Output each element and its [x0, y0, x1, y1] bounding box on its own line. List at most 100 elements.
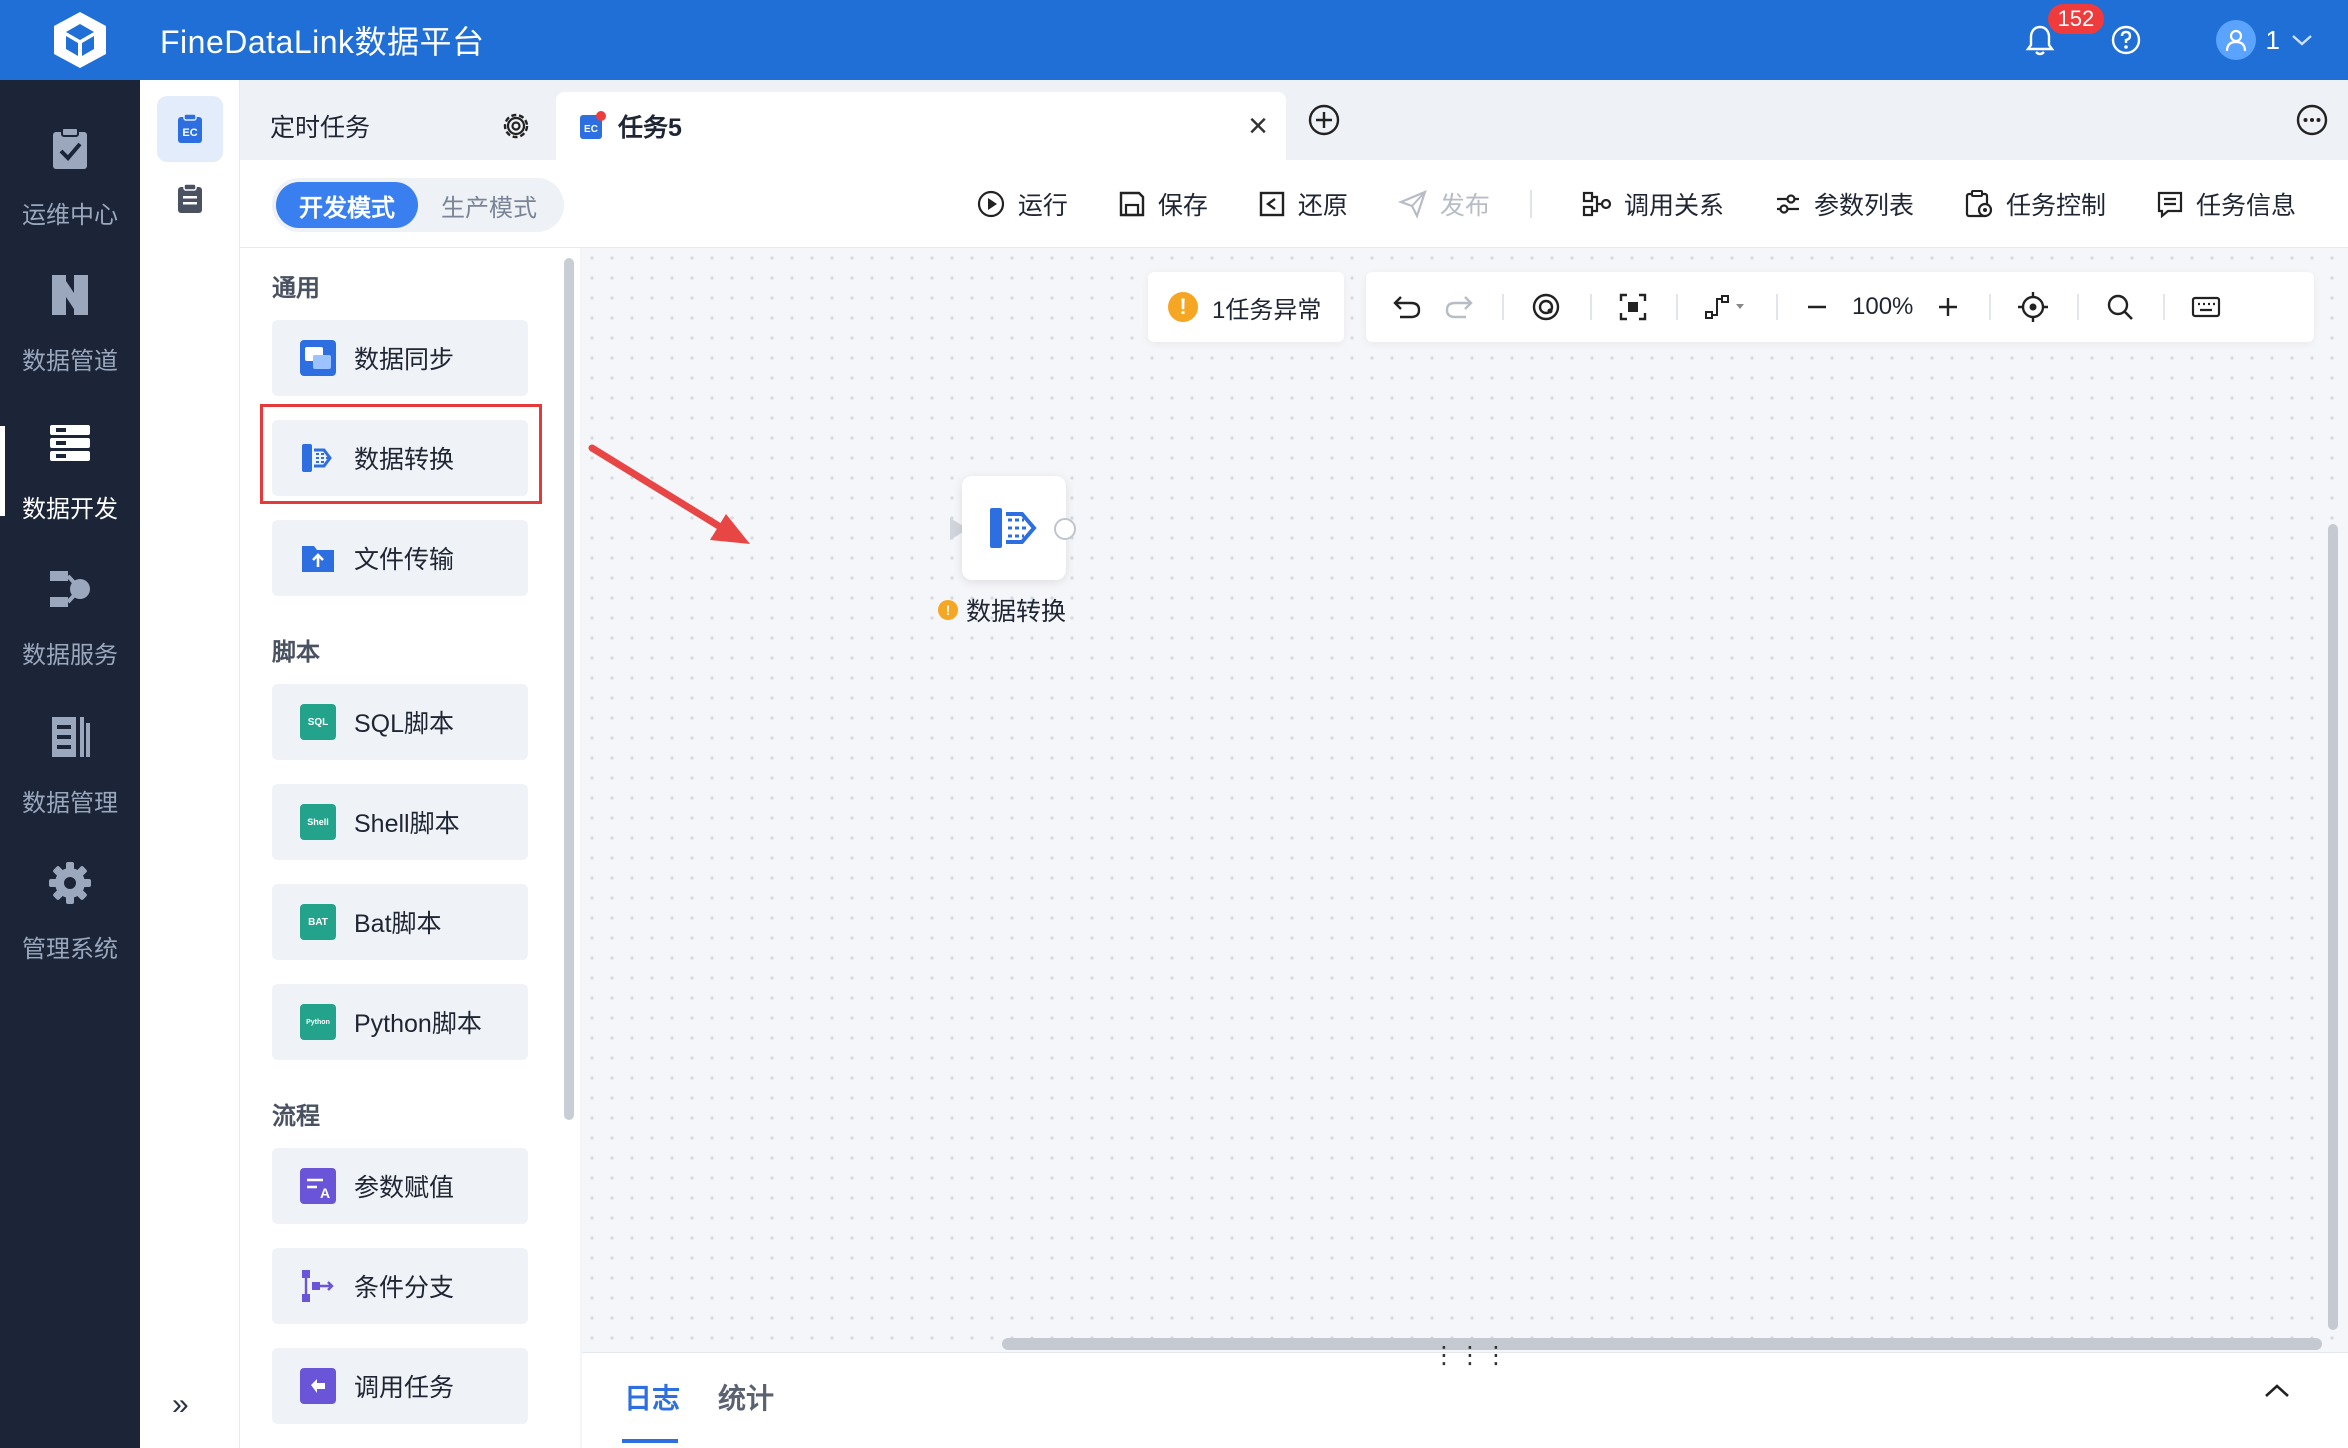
notification-badge: 152 — [2047, 4, 2105, 34]
nav-label: 数据开发 — [22, 495, 118, 523]
settings-gear-icon[interactable] — [500, 110, 532, 142]
component-shell-script[interactable]: Shell Shell脚本 — [272, 784, 528, 860]
zoom-in-icon[interactable] — [1935, 287, 1961, 327]
component-python-script[interactable]: Python Python脚本 — [272, 984, 528, 1060]
help-icon[interactable] — [2106, 20, 2146, 60]
user-name: 1 — [2265, 24, 2280, 55]
search-icon[interactable] — [2105, 287, 2135, 327]
tab-timed-tasks[interactable]: 定时任务 — [240, 92, 556, 160]
nav-data-dev[interactable]: 数据开发 — [0, 406, 140, 536]
add-tab-icon[interactable] — [1306, 102, 1342, 138]
component-file-transfer[interactable]: 文件传输 — [272, 520, 528, 596]
canvas-toolbar: 100% — [1366, 272, 2314, 342]
nav-data-service[interactable]: 数据服务 — [0, 552, 140, 682]
rail-task-list-button[interactable]: EC — [157, 96, 223, 162]
alert-text: 1任务异常 — [1212, 296, 1322, 324]
component-sql-script[interactable]: SQL SQL脚本 — [272, 684, 528, 760]
restore-label: 还原 — [1297, 192, 1348, 220]
toolbar-divider — [1529, 190, 1532, 218]
nav-ops-center[interactable]: 运维中心 — [0, 112, 140, 242]
warning-icon: ! — [1168, 292, 1198, 322]
keyboard-icon[interactable] — [2191, 287, 2221, 327]
task-control-button[interactable]: 任务控制 — [1964, 186, 2106, 222]
undo-icon[interactable] — [1392, 287, 1422, 327]
locate-icon[interactable] — [2017, 287, 2049, 327]
component-label: 数据同步 — [354, 346, 455, 374]
toolbar-divider — [1776, 294, 1778, 320]
nav-data-pipeline[interactable]: 数据管道 — [0, 258, 140, 388]
resize-handle[interactable]: ⋮⋮⋮ — [1432, 1341, 1510, 1370]
bat-script-icon: BAT — [300, 904, 336, 940]
task-error-alert[interactable]: ! 1任务异常 — [1148, 272, 1344, 342]
nav-admin-system[interactable]: 管理系统 — [0, 846, 140, 976]
toolbar-divider — [1502, 294, 1504, 320]
component-data-sync[interactable]: 数据同步 — [272, 320, 528, 396]
chevron-up-icon[interactable] — [2262, 1381, 2292, 1401]
component-bat-script[interactable]: BAT Bat脚本 — [272, 884, 528, 960]
node-label: ! 数据转换 — [938, 592, 1066, 628]
node-output-port[interactable] — [1054, 518, 1076, 540]
publish-button[interactable]: 发布 — [1397, 186, 1490, 222]
tab-bar: 定时任务 EC 任务5 × — [240, 80, 2348, 160]
more-options-icon[interactable] — [2294, 102, 2330, 138]
dev-mode-button[interactable]: 开发模式 — [276, 182, 418, 228]
save-button[interactable]: 保存 — [1118, 186, 1208, 222]
user-menu[interactable]: 1 — [2215, 20, 2314, 60]
tab-stats[interactable]: 统计 — [718, 1377, 774, 1417]
section-title-script: 脚本 — [272, 639, 320, 666]
toolbar-divider — [1989, 294, 1992, 320]
component-condition-branch[interactable]: 条件分支 — [272, 1248, 528, 1324]
python-script-icon: Python — [300, 1004, 336, 1040]
service-icon — [46, 565, 94, 613]
zoom-out-icon[interactable] — [1804, 287, 1830, 327]
info-doc-icon — [2157, 191, 2183, 218]
canvas-node-data-transform[interactable] — [962, 476, 1066, 580]
component-call-task[interactable]: 调用任务 — [272, 1348, 528, 1424]
expand-sidebar-icon[interactable]: » — [172, 1388, 189, 1422]
tab-task5[interactable]: EC 任务5 × — [556, 92, 1286, 160]
data-sync-icon — [300, 340, 336, 376]
log-panel: ⋮⋮⋮ 日志 统计 — [582, 1342, 2348, 1448]
zoom-level: 100% — [1852, 293, 1914, 320]
redo-icon[interactable] — [1444, 287, 1474, 327]
restore-button[interactable]: 还原 — [1258, 186, 1348, 222]
tab-label: 任务5 — [618, 114, 682, 142]
panel-scrollbar[interactable] — [564, 258, 574, 1120]
clipboard-check-icon — [46, 125, 94, 173]
call-task-icon — [300, 1368, 336, 1404]
canvas-horizontal-scrollbar[interactable] — [1002, 1338, 2322, 1350]
canvas-vertical-scrollbar[interactable] — [2328, 524, 2338, 1330]
task-info-label: 任务信息 — [2195, 192, 2296, 220]
secondary-rail: EC » — [140, 80, 240, 1448]
task-doc-icon: EC — [580, 111, 606, 139]
pipeline-icon — [46, 271, 94, 319]
nav-label: 运维中心 — [22, 201, 118, 229]
call-relation-button[interactable]: 调用关系 — [1582, 186, 1724, 222]
notification-bell-icon[interactable]: 152 — [2020, 4, 2105, 60]
toolbar-divider — [2163, 294, 2166, 320]
component-label: Python脚本 — [354, 1010, 482, 1038]
component-panel: 通用 数据同步 数据转换 文件传输 脚本 SQL SQL脚本 Shell She… — [240, 248, 580, 1448]
nav-data-manage[interactable]: 数据管理 — [0, 700, 140, 830]
component-label: Bat脚本 — [354, 910, 442, 938]
run-button[interactable]: 运行 — [976, 186, 1068, 222]
tab-log[interactable]: 日志 — [624, 1377, 680, 1417]
workflow-canvas[interactable]: ! 1任务异常 100% ! 数据转换 — [582, 248, 2348, 1352]
component-param-assign[interactable]: A 参数赋值 — [272, 1148, 528, 1224]
fit-view-icon[interactable] — [1618, 287, 1648, 327]
section-title-general: 通用 — [272, 275, 320, 302]
folder-upload-icon — [300, 540, 336, 576]
tab-label: 定时任务 — [270, 114, 371, 142]
rail-records-button[interactable] — [157, 166, 223, 232]
auto-layout-icon[interactable] — [1530, 287, 1562, 327]
run-label: 运行 — [1017, 192, 1068, 220]
app-logo-icon[interactable] — [40, 0, 120, 80]
prod-mode-button[interactable]: 生产模式 — [418, 182, 560, 228]
section-title-flow: 流程 — [272, 1103, 320, 1130]
param-list-button[interactable]: 参数列表 — [1774, 186, 1914, 222]
chevron-down-icon — [2292, 35, 2312, 46]
connector-style-icon[interactable] — [1704, 287, 1748, 327]
close-tab-icon[interactable]: × — [1248, 107, 1268, 146]
task-info-button[interactable]: 任务信息 — [2156, 186, 2296, 222]
component-label: 调用任务 — [354, 1374, 455, 1402]
